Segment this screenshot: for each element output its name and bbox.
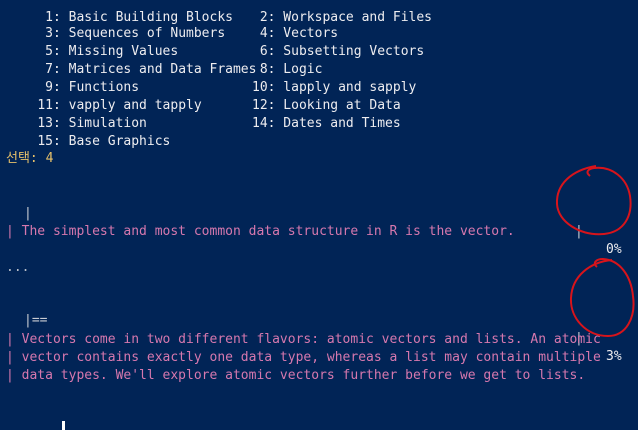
menu-row: 11: vapply and tapply 12: Looking at Data <box>6 79 400 113</box>
continue-prompt-input[interactable]: ... <box>6 403 65 430</box>
menu-row: 5: Missing Values 6: Subsetting Vectors <box>6 25 424 59</box>
menu-option[interactable]: 10: lapply and sapply <box>252 79 416 97</box>
progress-percent: 3% <box>606 349 622 364</box>
menu-option[interactable]: 12: Looking at Data <box>252 97 401 115</box>
menu-row: 7: Matrices and Data Frames 8: Logic <box>6 43 322 77</box>
lesson-message-line: | vector contains exactly one data type,… <box>6 350 601 365</box>
progress-bar-end: | <box>575 224 583 239</box>
menu-option[interactable]: 8: Logic <box>252 61 323 79</box>
menu-option[interactable]: 6: Subsetting Vectors <box>252 43 424 61</box>
progress-bar-fill: | <box>24 206 32 221</box>
menu-row: 9: Functions 10: lapply and sapply <box>6 61 416 95</box>
selection-prompt: 선택: 4 <box>6 151 54 166</box>
menu-option[interactable]: 15: Base Graphics <box>37 134 170 149</box>
text-cursor <box>61 421 65 430</box>
lesson-message-line: | Vectors come in two different flavors:… <box>6 332 601 347</box>
menu-row: 15: Base Graphics <box>6 115 170 149</box>
progress-percent: 0% <box>606 242 622 257</box>
continue-prompt: ... <box>6 260 30 275</box>
menu-row: 3: Sequences of Numbers 4: Vectors <box>6 7 338 41</box>
lesson-message-line: | data types. We'll explore atomic vecto… <box>6 368 586 383</box>
lesson-message: | The simplest and most common data stru… <box>6 224 515 239</box>
menu-option[interactable]: 14: Dates and Times <box>252 115 401 133</box>
progress-bar-fill: |== <box>24 313 48 328</box>
menu-row: 13: Simulation 14: Dates and Times <box>6 97 400 131</box>
progress-bar: | | 0% <box>0 187 638 257</box>
progress-bar: |== | 3% <box>0 294 638 364</box>
continue-prompt: ... <box>37 422 61 430</box>
terminal-window[interactable]: 1: Basic Building Blocks 2: Workspace an… <box>0 0 638 430</box>
menu-option[interactable]: 4: Vectors <box>252 25 338 43</box>
